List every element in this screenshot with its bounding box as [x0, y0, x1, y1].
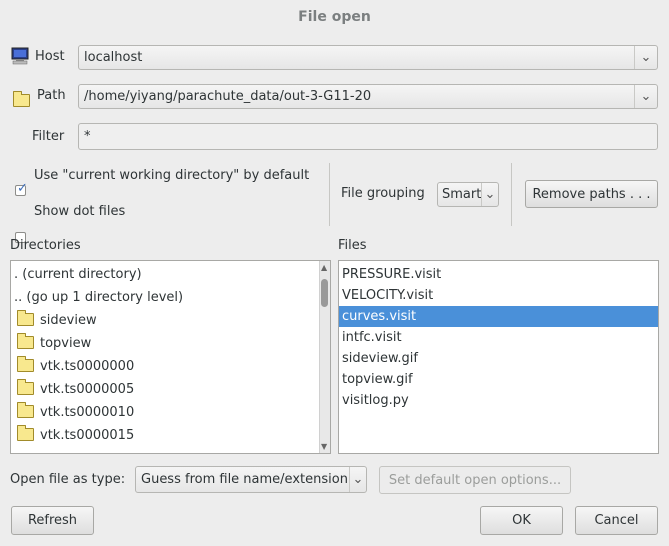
directory-item[interactable]: vtk.ts0000015	[11, 424, 319, 446]
directory-item-label: .. (go up 1 directory level)	[14, 290, 184, 305]
directory-item-label: vtk.ts0000015	[40, 428, 135, 443]
folder-icon	[17, 332, 34, 349]
path-label: Path	[37, 88, 66, 103]
remove-paths-button[interactable]: Remove paths . . .	[525, 180, 658, 208]
file-item[interactable]: VELOCITY.visit	[339, 285, 658, 306]
directory-item[interactable]: .. (go up 1 directory level)	[11, 287, 322, 308]
file-item-label: PRESSURE.visit	[342, 267, 442, 282]
file-item[interactable]: PRESSURE.visit	[339, 264, 658, 285]
host-combo[interactable]: localhost ⌄	[78, 45, 658, 70]
set-default-open-options-button[interactable]: Set default open options...	[379, 466, 571, 494]
chevron-down-icon[interactable]: ⌄	[349, 467, 366, 492]
host-label: Host	[35, 49, 65, 64]
file-item[interactable]: sideview.gif	[339, 348, 658, 369]
scroll-down-icon[interactable]: ▼	[321, 442, 327, 451]
file-item-label: visitlog.py	[342, 393, 409, 408]
window-titlebar: File open	[0, 0, 669, 34]
folder-icon	[17, 401, 34, 418]
directories-list[interactable]: . (current directory) .. (go up 1 directo…	[10, 260, 331, 454]
file-grouping-value: Smart	[442, 187, 482, 202]
chevron-down-icon[interactable]: ⌄	[634, 46, 657, 69]
file-item[interactable]: topview.gif	[339, 369, 658, 390]
directory-item-label: sideview	[40, 313, 97, 328]
cancel-button[interactable]: Cancel	[575, 506, 658, 535]
file-item-label: VELOCITY.visit	[342, 288, 434, 303]
folder-icon	[17, 309, 34, 326]
checkmark-icon: ✓	[17, 181, 28, 196]
open-as-value: Guess from file name/extension	[141, 472, 348, 487]
folder-icon	[17, 424, 34, 441]
options-separator	[511, 163, 512, 226]
window-title: File open	[298, 9, 371, 25]
file-grouping-label: File grouping	[341, 186, 425, 201]
file-item-label: sideview.gif	[342, 351, 418, 366]
directory-item[interactable]: sideview	[11, 309, 319, 331]
chevron-down-icon[interactable]: ⌄	[634, 85, 657, 108]
use-cwd-checkbox[interactable]: ✓	[15, 181, 28, 196]
directory-item[interactable]: vtk.ts0000010	[11, 401, 319, 423]
refresh-button[interactable]: Refresh	[11, 506, 94, 535]
directory-item-label: vtk.ts0000005	[40, 382, 135, 397]
directory-item-label: . (current directory)	[14, 267, 142, 282]
filter-value: *	[84, 129, 91, 144]
path-value: /home/yiyang/parachute_data/out-3-G11-20	[84, 89, 372, 104]
directories-scrollbar[interactable]: ▲ ▼	[319, 261, 330, 453]
filter-label: Filter	[32, 129, 65, 144]
files-list[interactable]: PRESSURE.visit VELOCITY.visit curves.visit…	[338, 260, 659, 454]
scroll-up-icon[interactable]: ▲	[321, 263, 327, 272]
scrollbar-thumb[interactable]	[321, 279, 328, 307]
directory-item[interactable]: topview	[11, 332, 319, 354]
file-item-label: intfc.visit	[342, 330, 402, 345]
directory-item[interactable]: vtk.ts0000000	[11, 355, 319, 377]
file-grouping-combo[interactable]: Smart ⌄	[437, 182, 499, 207]
filter-input[interactable]: *	[78, 123, 658, 150]
directory-item-label: vtk.ts0000000	[40, 359, 135, 374]
files-header: Files	[338, 238, 367, 253]
directory-item-label: topview	[40, 336, 92, 351]
file-item[interactable]: intfc.visit	[339, 327, 658, 348]
directory-item-label: vtk.ts0000010	[40, 405, 135, 420]
chevron-down-icon[interactable]: ⌄	[481, 183, 498, 206]
open-as-combo[interactable]: Guess from file name/extension ⌄	[135, 466, 367, 493]
directory-item[interactable]: vtk.ts0000005	[11, 378, 319, 400]
computer-icon	[11, 47, 29, 65]
show-dot-files-label[interactable]: Show dot files	[34, 204, 125, 219]
file-item[interactable]: visitlog.py	[339, 390, 658, 411]
file-item-label: curves.visit	[342, 309, 417, 324]
folder-icon	[13, 90, 30, 107]
directory-item[interactable]: . (current directory)	[11, 264, 322, 285]
file-item-label: topview.gif	[342, 372, 413, 387]
open-as-label: Open file as type:	[10, 472, 126, 487]
path-combo[interactable]: /home/yiyang/parachute_data/out-3-G11-20…	[78, 84, 658, 109]
directories-header: Directories	[10, 238, 81, 253]
ok-button[interactable]: OK	[480, 506, 563, 535]
use-cwd-label[interactable]: Use "current working directory" by defau…	[34, 168, 309, 183]
file-item[interactable]: curves.visit	[339, 306, 658, 327]
folder-icon	[17, 355, 34, 372]
folder-icon	[17, 378, 34, 395]
options-separator	[329, 163, 330, 226]
host-value: localhost	[84, 50, 143, 65]
